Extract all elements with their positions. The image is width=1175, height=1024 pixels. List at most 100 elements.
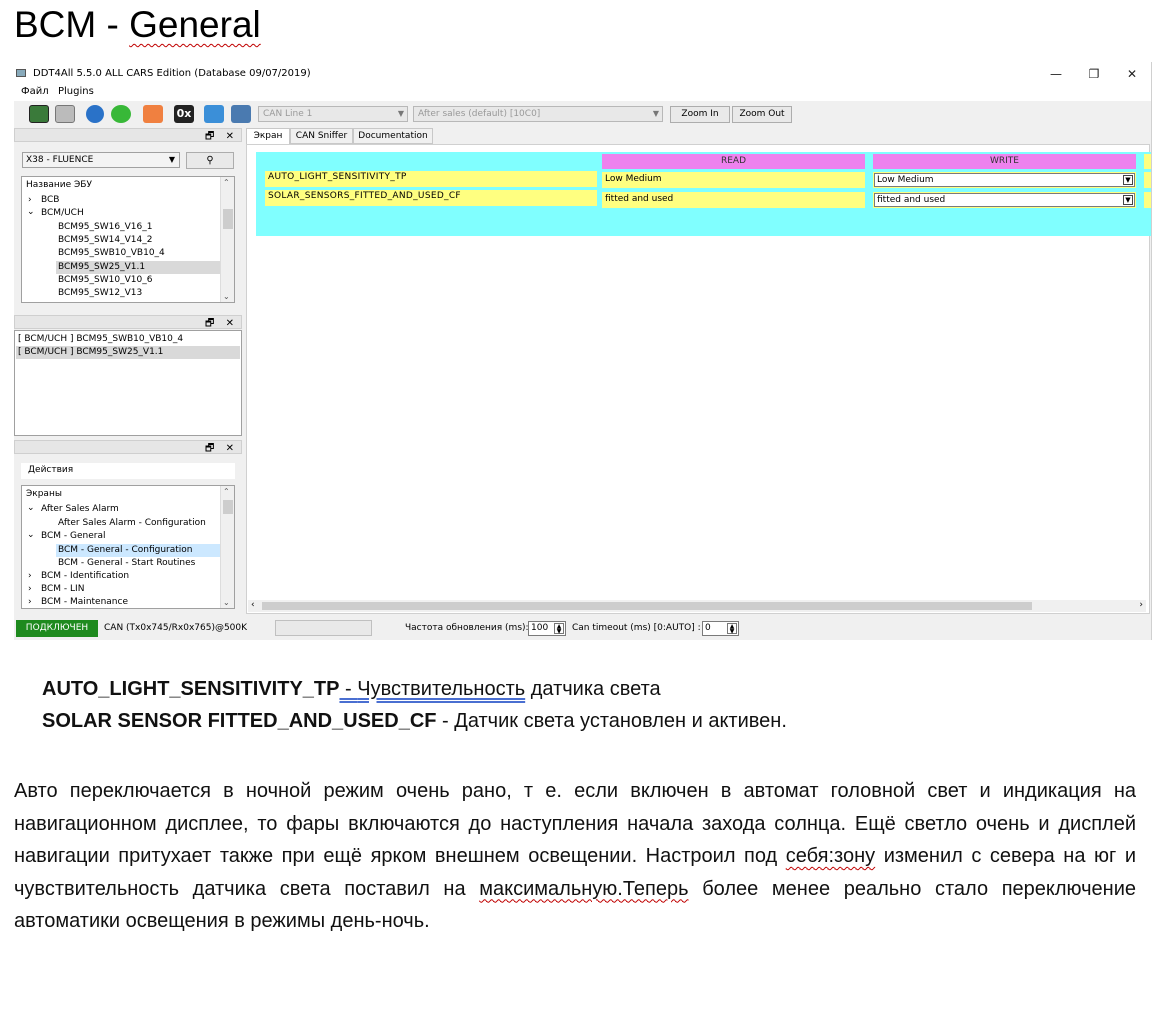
dock-controls[interactable]: 🗗 ✕ [205,129,238,146]
tree-item[interactable]: After Sales Alarm - Configuration [58,517,206,530]
list-item-selected[interactable]: [ BCM/UCH ] BCM95_SW25_V1.1 [16,346,240,359]
write-select-value: fitted and used [877,195,946,205]
definition-sep: - [436,710,455,732]
close-icon[interactable]: ✕ [1113,64,1151,84]
tree-item[interactable]: BCM95_SW14_V14_2 [58,234,152,247]
tab-screen[interactable]: Экран [246,128,290,144]
tree-item[interactable]: BCM - LIN [41,583,84,596]
minimize-icon[interactable]: — [1037,64,1075,84]
sync-icon[interactable] [111,105,131,123]
scroll-up-icon[interactable]: ⌃ [223,178,230,187]
read-header: READ [602,154,865,169]
tree-item[interactable]: BCM - Maintenance [41,596,128,609]
tree-item-selected[interactable]: BCM95_SW25_V1.1 [56,261,220,274]
tree-item[interactable]: BCM95_SWB10_VB10_4 [58,247,165,260]
can-line-select[interactable]: CAN Line 1 ▼ [258,106,408,122]
session-select[interactable]: After sales (default) [10C0] ▼ [413,106,663,122]
spinner-arrows-icon[interactable]: ▲ ▼ [727,623,737,635]
hex-icon[interactable]: 0x [174,105,194,123]
ecu-search-button[interactable]: ⚲ [186,152,234,169]
zoom-in-button[interactable]: Zoom In [670,106,730,123]
app-titlebar: DDT4All 5.5.0 ALL CARS Edition (Database… [14,62,1151,84]
body-paragraph: Авто переключается в ночной режим очень … [14,775,1136,938]
menu-file[interactable]: Файл [21,86,49,97]
refresh-rate-label: Частота обновления (ms): [405,623,529,633]
scroll-down-icon[interactable]: ⌄ [223,292,230,301]
chevron-right-icon[interactable]: › [28,584,32,594]
session-value: After sales (default) [10C0] [418,109,541,119]
document-title-prefix: BCM - [14,4,130,45]
menu-plugins[interactable]: Plugins [58,86,94,97]
status-progress [275,620,372,636]
toolbar: 0x CAN Line 1 ▼ After sales (default) [1… [14,102,1151,126]
scroll-thumb[interactable] [262,602,1032,610]
chevron-down-icon: ▼ [168,155,175,164]
write-select[interactable]: Low Medium ▼ [874,173,1135,187]
content-hscrollbar[interactable]: ‹ › [248,600,1146,612]
ecu-dock-header: 🗗 ✕ [14,128,242,142]
paragraph-misspelled: себя:зону [785,845,876,867]
chevron-right-icon[interactable]: › [28,195,32,205]
chevron-right-icon[interactable]: › [28,597,32,607]
refresh-rate-spinbox[interactable]: 100 ▲ ▼ [528,621,566,636]
ecu-tree: Название ЭБУ › BCB ⌄ BCM/UCH BCM95_SW16_… [21,176,235,303]
tree-item[interactable]: BCM - General - Start Routines [58,557,195,570]
tree-item[interactable]: BCM - Identification [41,570,129,583]
write-select-value: Low Medium [877,175,934,185]
menubar: Файл Plugins [14,84,1151,101]
chevron-down-icon[interactable]: ⌄ [27,207,35,217]
tab-documentation[interactable]: Documentation [353,128,433,144]
scroll-down-icon[interactable]: ⌄ [223,598,230,607]
chevron-down-icon[interactable]: ⌄ [27,503,35,513]
ecu-tree-header: Название ЭБУ [26,180,92,190]
scroll-right-icon[interactable]: › [1139,600,1143,610]
actions-header: Действия [21,463,235,479]
chevron-right-icon[interactable]: › [28,571,32,581]
scroll-thumb[interactable] [223,500,233,514]
vehicle-select[interactable]: X38 - FLUENCE ▼ [22,152,180,168]
ecu-tree-scrollbar[interactable]: ⌃ ⌄ [220,177,234,302]
write-select[interactable]: fitted and used ▼ [874,193,1135,207]
chevron-down-icon[interactable]: ⌄ [27,530,35,540]
scroll-thumb[interactable] [223,209,233,229]
dock-controls[interactable]: 🗗 ✕ [205,441,238,458]
tree-item[interactable]: BCM95_SW16_V16_1 [58,221,152,234]
timeout-spinbox[interactable]: 0 ▲ ▼ [702,621,739,636]
connection-status-badge: ПОДКЛЮЧЕН [16,620,98,637]
grid-edge [1144,192,1151,208]
read-value: fitted and used [602,192,865,208]
spinner-arrows-icon[interactable]: ▲ ▼ [554,623,564,635]
tap-icon[interactable] [231,105,251,123]
document-title: BCM - General [14,4,261,46]
actions-label[interactable]: Действия [28,464,73,477]
screens-tree-header: Экраны [26,489,62,499]
health-icon[interactable] [143,105,163,123]
document-title-word: General [129,4,261,45]
read-value: Low Medium [602,172,865,188]
tree-item[interactable]: BCM - General [41,530,106,543]
tab-can-sniffer[interactable]: CAN Sniffer [290,128,353,144]
screens-tree-scrollbar[interactable]: ⌃ ⌄ [220,486,234,608]
scroll-left-icon[interactable]: ‹ [251,600,255,610]
write-header: WRITE [873,154,1136,169]
tree-item[interactable]: BCB [41,194,59,207]
gear-icon[interactable] [55,105,75,123]
monitor-icon[interactable] [29,105,49,123]
chevron-down-icon: ▼ [1123,195,1133,205]
restore-icon[interactable]: ❐ [1075,64,1113,84]
status-bar: ПОДКЛЮЧЕН CAN (Tx0x745/Rx0x765)@500K Час… [14,618,1151,638]
tree-item[interactable]: BCM95_SW12_V13 [58,287,142,300]
connect-icon[interactable] [204,105,224,123]
can-status: CAN (Tx0x745/Rx0x765)@500K [104,623,248,633]
scroll-up-icon[interactable]: ⌃ [223,487,230,496]
param-label: SOLAR_SENSORS_FITTED_AND_USED_CF [265,190,597,206]
refresh-icon[interactable] [86,105,104,123]
zoom-out-button[interactable]: Zoom Out [732,106,792,123]
list-item[interactable]: [ BCM/UCH ] BCM95_SWB10_VB10_4 [18,333,183,346]
tree-item-selected[interactable]: BCM - General - Configuration [56,544,220,557]
tree-item[interactable]: After Sales Alarm [41,503,119,516]
loaded-ecu-list: [ BCM/UCH ] BCM95_SWB10_VB10_4 [ BCM/UCH… [14,330,242,436]
config-grid: READ WRITE AUTO_LIGHT_SENSITIVITY_TP Low… [256,152,1151,236]
tree-item[interactable]: BCM/UCH [41,207,84,220]
tree-item[interactable]: BCM95_SW10_V10_6 [58,274,152,287]
